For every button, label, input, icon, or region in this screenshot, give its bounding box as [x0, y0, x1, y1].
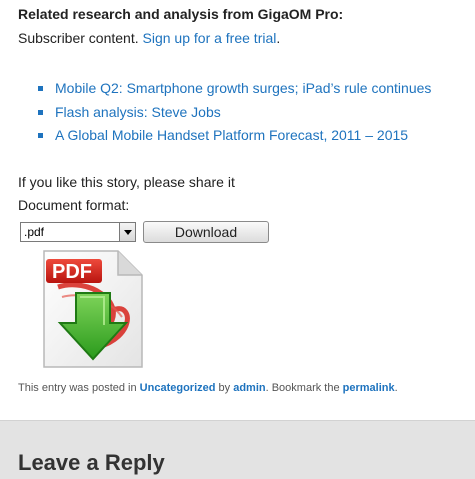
reply-section: Leave a Reply — [0, 420, 475, 479]
bullet-icon — [38, 133, 43, 138]
related-link-handset-forecast[interactable]: A Global Mobile Handset Platform Forecas… — [55, 127, 408, 143]
list-item: Mobile Q2: Smartphone growth surges; iPa… — [38, 77, 431, 101]
list-item: Flash analysis: Steve Jobs — [38, 101, 431, 125]
signup-suffix: . — [276, 30, 281, 46]
related-link-flash-analysis[interactable]: Flash analysis: Steve Jobs — [55, 104, 221, 120]
related-list: Mobile Q2: Smartphone growth surges; iPa… — [38, 77, 431, 148]
author-link[interactable]: admin — [233, 382, 265, 394]
pdf-download-icon[interactable]: PDF — [38, 247, 148, 371]
list-item: A Global Mobile Handset Platform Forecas… — [38, 124, 431, 148]
chevron-down-icon[interactable] — [119, 223, 135, 241]
bullet-icon — [38, 109, 43, 115]
reply-title: Leave a Reply — [18, 450, 165, 475]
permalink-link[interactable]: permalink — [343, 382, 395, 394]
meta-prefix: This entry was posted in — [18, 382, 140, 394]
download-button[interactable]: Download — [143, 221, 269, 243]
signup-link[interactable]: Sign up for a free trial — [143, 30, 277, 46]
category-link[interactable]: Uncategorized — [140, 382, 216, 394]
related-heading: Related research and analysis from GigaO… — [18, 6, 344, 22]
bullet-icon — [38, 86, 43, 91]
document-format-select[interactable]: .pdf — [20, 222, 136, 242]
meta-by: by — [215, 382, 234, 394]
meta-suffix: . — [394, 382, 398, 394]
related-link-mobile-q2[interactable]: Mobile Q2: Smartphone growth surges; iPa… — [55, 80, 431, 96]
subscriber-line: Subscriber content. Sign up for a free t… — [18, 30, 280, 46]
format-selected-value: .pdf — [24, 225, 45, 239]
pdf-label: PDF — [52, 261, 92, 283]
share-text: If you like this story, please share it — [18, 174, 235, 190]
meta-bookmark: . Bookmark the — [265, 382, 343, 394]
entry-meta: This entry was posted in Uncategorized b… — [18, 382, 398, 394]
subscriber-text: Subscriber content. — [18, 30, 143, 46]
document-format-label: Document format: — [18, 197, 130, 213]
